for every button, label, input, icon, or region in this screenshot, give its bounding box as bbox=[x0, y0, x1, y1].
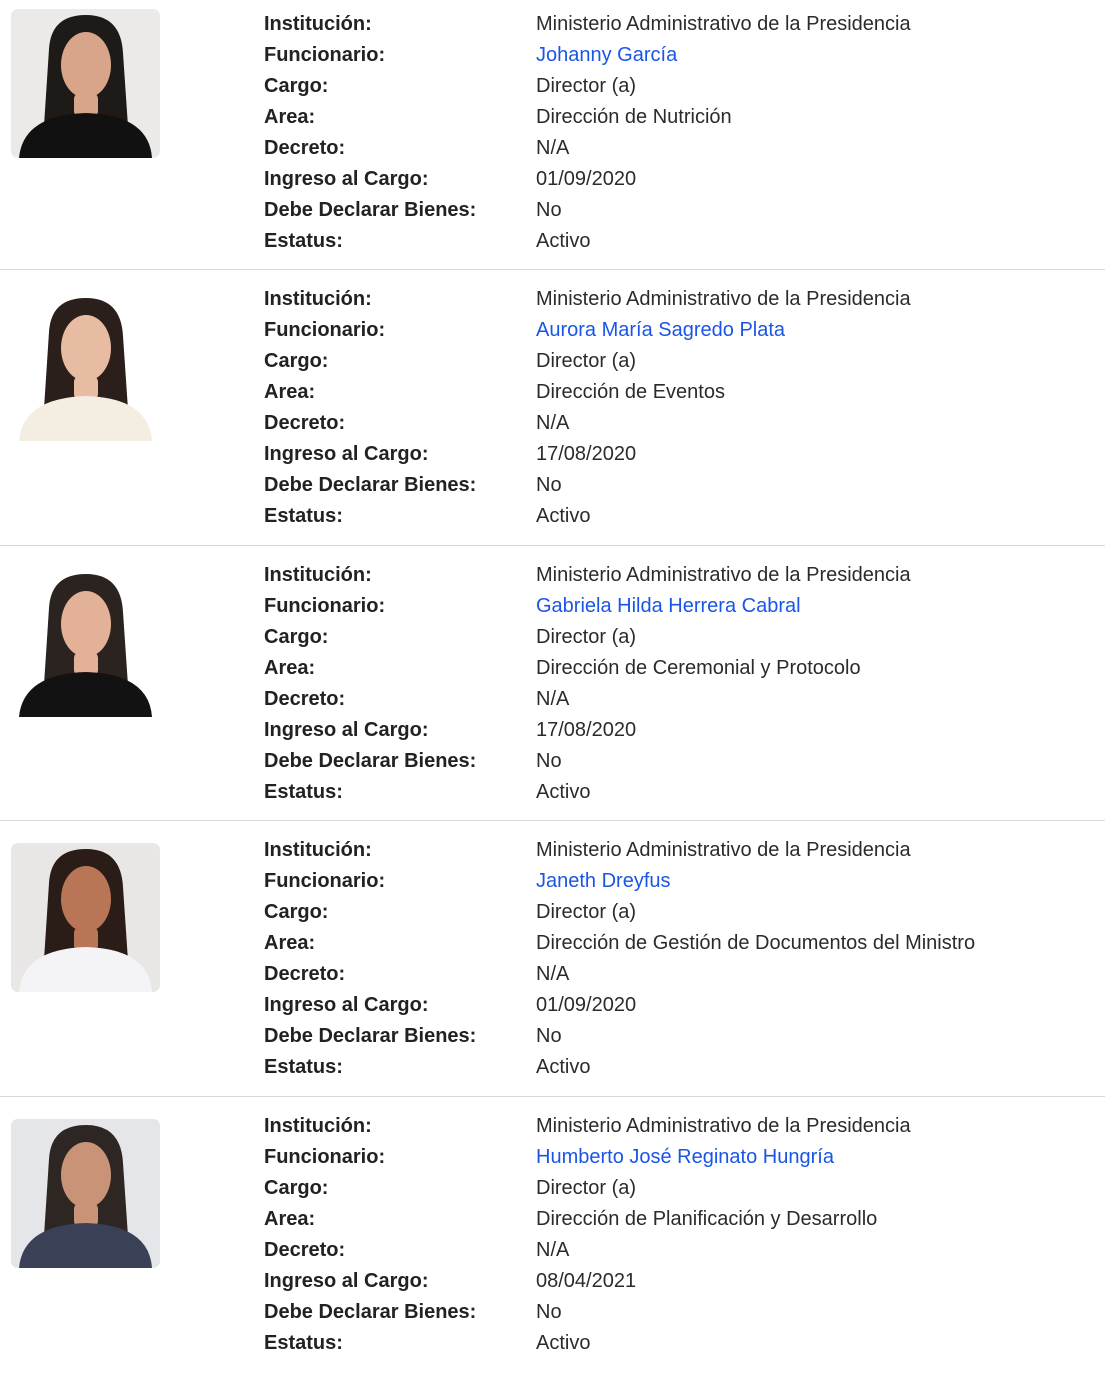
field-label-funcionario: Funcionario: bbox=[264, 595, 386, 617]
field-value-estatus: Activo bbox=[536, 505, 591, 527]
field-value-area: Dirección de Gestión de Documentos del M… bbox=[536, 932, 976, 954]
official-name-link[interactable]: Janeth Dreyfus bbox=[536, 869, 671, 893]
field-label-ingreso: Ingreso al Cargo: bbox=[264, 443, 429, 465]
field-value-area: Dirección de Eventos bbox=[536, 381, 725, 403]
field-value-estatus: Activo bbox=[536, 1332, 591, 1354]
field-label-area: Area: bbox=[264, 657, 316, 679]
field-label-estatus: Estatus: bbox=[264, 505, 343, 527]
field-value-cargo: Director (a) bbox=[536, 626, 637, 648]
field-value-estatus: Activo bbox=[536, 1056, 591, 1078]
field-value-ingreso: 08/04/2021 bbox=[536, 1270, 637, 1292]
field-label-estatus: Estatus: bbox=[264, 230, 343, 252]
field-label-institucion: Institución: bbox=[264, 564, 372, 586]
official-photo bbox=[11, 9, 160, 158]
field-value-decreto: N/A bbox=[536, 1239, 570, 1261]
field-label-bienes: Debe Declarar Bienes: bbox=[264, 1301, 477, 1323]
record-divider bbox=[0, 1096, 1105, 1097]
person-photo-icon bbox=[11, 9, 160, 158]
field-value-area: Dirección de Planificación y Desarrollo bbox=[536, 1208, 878, 1230]
field-label-estatus: Estatus: bbox=[264, 1056, 343, 1078]
field-label-institucion: Institución: bbox=[264, 13, 372, 35]
field-label-decreto: Decreto: bbox=[264, 1239, 346, 1261]
field-value-institucion: Ministerio Administrativo de la Presiden… bbox=[536, 839, 911, 861]
field-value-institucion: Ministerio Administrativo de la Presiden… bbox=[536, 1115, 911, 1137]
field-label-bienes: Debe Declarar Bienes: bbox=[264, 1025, 477, 1047]
official-photo bbox=[11, 843, 160, 992]
field-label-funcionario: Funcionario: bbox=[264, 870, 386, 892]
field-label-estatus: Estatus: bbox=[264, 1332, 343, 1354]
field-label-decreto: Decreto: bbox=[264, 688, 346, 710]
record-divider bbox=[0, 269, 1105, 270]
field-value-area: Dirección de Ceremonial y Protocolo bbox=[536, 657, 861, 679]
person-photo-icon bbox=[11, 843, 160, 992]
field-label-institucion: Institución: bbox=[264, 1115, 372, 1137]
field-label-funcionario: Funcionario: bbox=[264, 1146, 386, 1168]
official-record: Institución: Ministerio Administrativo de… bbox=[0, 0, 1105, 275]
field-value-estatus: Activo bbox=[536, 230, 591, 252]
record-divider bbox=[0, 820, 1105, 821]
field-label-ingreso: Ingreso al Cargo: bbox=[264, 719, 429, 741]
official-name-link[interactable]: Humberto José Reginato Hungría bbox=[536, 1145, 834, 1169]
field-value-decreto: N/A bbox=[536, 688, 570, 710]
field-label-decreto: Decreto: bbox=[264, 963, 346, 985]
field-value-bienes: No bbox=[536, 750, 562, 772]
field-label-estatus: Estatus: bbox=[264, 781, 343, 803]
field-value-cargo: Director (a) bbox=[536, 1177, 637, 1199]
official-name-link[interactable]: Gabriela Hilda Herrera Cabral bbox=[536, 594, 801, 618]
field-label-cargo: Cargo: bbox=[264, 75, 329, 97]
field-value-bienes: No bbox=[536, 1301, 562, 1323]
official-photo bbox=[11, 292, 160, 441]
field-label-bienes: Debe Declarar Bienes: bbox=[264, 199, 477, 221]
field-label-institucion: Institución: bbox=[264, 288, 372, 310]
official-record: Institución: Ministerio Administrativo de… bbox=[0, 269, 1105, 551]
official-photo bbox=[11, 568, 160, 717]
field-value-bienes: No bbox=[536, 474, 562, 496]
field-value-ingreso: 17/08/2020 bbox=[536, 719, 637, 741]
field-label-area: Area: bbox=[264, 381, 316, 403]
person-photo-icon bbox=[11, 568, 160, 717]
field-label-cargo: Cargo: bbox=[264, 901, 329, 923]
field-label-area: Area: bbox=[264, 932, 316, 954]
field-value-decreto: N/A bbox=[536, 412, 570, 434]
field-value-area: Dirección de Nutrición bbox=[536, 106, 732, 128]
official-record: Institución: Ministerio Administrativo de… bbox=[0, 545, 1105, 827]
field-value-decreto: N/A bbox=[536, 963, 570, 985]
field-value-cargo: Director (a) bbox=[536, 350, 637, 372]
field-label-decreto: Decreto: bbox=[264, 412, 346, 434]
field-label-funcionario: Funcionario: bbox=[264, 44, 386, 66]
field-label-bienes: Debe Declarar Bienes: bbox=[264, 750, 477, 772]
official-record: Institución: Ministerio Administrativo de… bbox=[0, 820, 1105, 1102]
field-label-ingreso: Ingreso al Cargo: bbox=[264, 168, 429, 190]
field-value-institucion: Ministerio Administrativo de la Presiden… bbox=[536, 288, 911, 310]
field-value-institucion: Ministerio Administrativo de la Presiden… bbox=[536, 564, 911, 586]
field-label-area: Area: bbox=[264, 1208, 316, 1230]
official-record: Institución: Ministerio Administrativo de… bbox=[0, 1096, 1105, 1378]
field-label-bienes: Debe Declarar Bienes: bbox=[264, 474, 477, 496]
person-photo-icon bbox=[11, 1119, 160, 1268]
field-value-decreto: N/A bbox=[536, 137, 570, 159]
field-label-cargo: Cargo: bbox=[264, 626, 329, 648]
field-value-bienes: No bbox=[536, 199, 562, 221]
official-photo bbox=[11, 1119, 160, 1268]
field-value-ingreso: 17/08/2020 bbox=[536, 443, 637, 465]
field-value-bienes: No bbox=[536, 1025, 562, 1047]
field-label-institucion: Institución: bbox=[264, 839, 372, 861]
field-label-funcionario: Funcionario: bbox=[264, 319, 386, 341]
official-name-link[interactable]: Aurora María Sagredo Plata bbox=[536, 318, 785, 342]
field-value-ingreso: 01/09/2020 bbox=[536, 994, 637, 1016]
field-value-cargo: Director (a) bbox=[536, 901, 637, 923]
record-divider bbox=[0, 545, 1105, 546]
field-value-institucion: Ministerio Administrativo de la Presiden… bbox=[536, 13, 911, 35]
field-value-ingreso: 01/09/2020 bbox=[536, 168, 637, 190]
field-label-ingreso: Ingreso al Cargo: bbox=[264, 1270, 429, 1292]
field-label-area: Area: bbox=[264, 106, 316, 128]
field-label-decreto: Decreto: bbox=[264, 137, 346, 159]
field-value-cargo: Director (a) bbox=[536, 75, 637, 97]
field-label-ingreso: Ingreso al Cargo: bbox=[264, 994, 429, 1016]
person-photo-icon bbox=[11, 292, 160, 441]
official-name-link[interactable]: Johanny García bbox=[536, 43, 677, 67]
field-label-cargo: Cargo: bbox=[264, 1177, 329, 1199]
field-label-cargo: Cargo: bbox=[264, 350, 329, 372]
field-value-estatus: Activo bbox=[536, 781, 591, 803]
